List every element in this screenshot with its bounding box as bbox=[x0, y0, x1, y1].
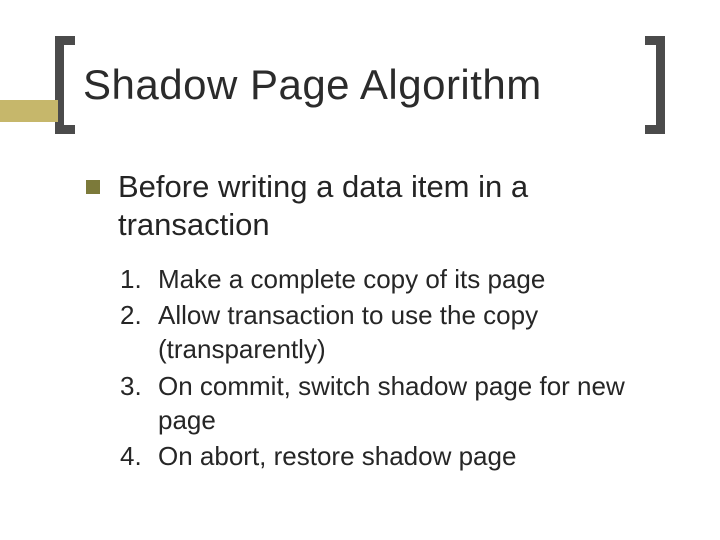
bullet-text: Before writing a data item in a transact… bbox=[118, 168, 676, 244]
list-number: 3. bbox=[120, 369, 152, 403]
bracket-left-icon bbox=[55, 36, 75, 134]
square-bullet-icon bbox=[86, 180, 100, 194]
list-text: On commit, switch shadow page for new pa… bbox=[158, 369, 676, 438]
list-item: 1. Make a complete copy of its page bbox=[120, 262, 676, 296]
list-text: On abort, restore shadow page bbox=[158, 439, 516, 473]
bullet-item: Before writing a data item in a transact… bbox=[86, 168, 676, 244]
list-item: 2. Allow transaction to use the copy (tr… bbox=[120, 298, 676, 367]
list-text: Make a complete copy of its page bbox=[158, 262, 545, 296]
slide: Shadow Page Algorithm Before writing a d… bbox=[0, 0, 720, 540]
list-text: Allow transaction to use the copy (trans… bbox=[158, 298, 676, 367]
title-area: Shadow Page Algorithm bbox=[55, 36, 665, 134]
list-number: 4. bbox=[120, 439, 152, 473]
bracket-right-icon bbox=[645, 36, 665, 134]
list-item: 4. On abort, restore shadow page bbox=[120, 439, 676, 473]
slide-body: Before writing a data item in a transact… bbox=[86, 168, 676, 476]
list-number: 1. bbox=[120, 262, 152, 296]
list-number: 2. bbox=[120, 298, 152, 332]
list-item: 3. On commit, switch shadow page for new… bbox=[120, 369, 676, 438]
title-container: Shadow Page Algorithm bbox=[83, 36, 637, 134]
accent-stripe bbox=[0, 100, 58, 122]
numbered-list: 1. Make a complete copy of its page 2. A… bbox=[120, 262, 676, 474]
slide-title: Shadow Page Algorithm bbox=[83, 64, 542, 106]
